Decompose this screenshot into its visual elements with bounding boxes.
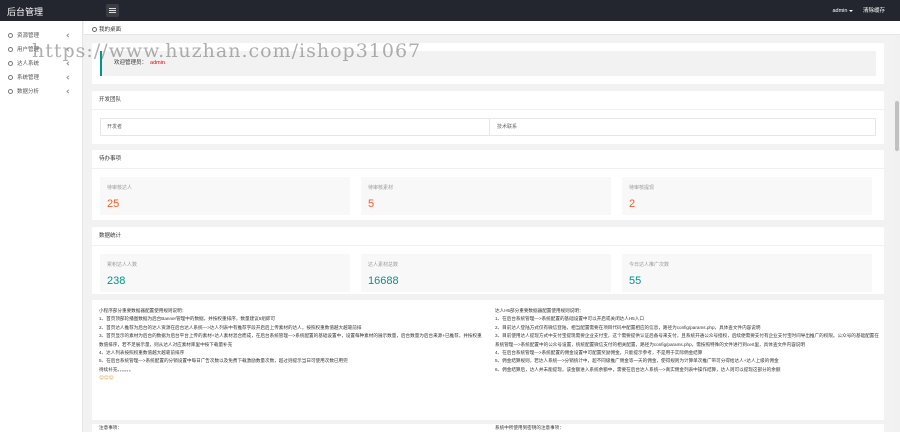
user-name: admin <box>832 8 848 14</box>
note-line: 1、首页顶部轮播图数据为后台Banner管理中的数据，并按权重排序，数量建议5组… <box>99 316 276 322</box>
stat-value: 55 <box>629 275 642 287</box>
user-menu[interactable]: admin <box>832 8 854 14</box>
todo-title: 待办事项 <box>92 150 884 169</box>
table-divider <box>489 119 490 135</box>
stats-card: 数据统计 累积达人人数 238 达人素材总数 16688 今日达人推广次数 55 <box>92 227 884 294</box>
sidebar-item-label: 系统管理 <box>17 75 40 81</box>
todo-item-pending-influencers[interactable]: 待审核达人 25 <box>100 177 350 215</box>
notes-title: 达人H5部分重要数据器配置使用规则说明： <box>495 308 584 313</box>
todo-item-pending-withdrawals[interactable]: 待审核提现 2 <box>622 177 872 215</box>
stat-value: 25 <box>107 198 120 210</box>
tab-label: 我的桌面 <box>99 27 122 33</box>
notes-title: 小程序部分重要数据器配置使用规则说明： <box>99 308 187 313</box>
note-line: 3、目前使用达人提现方式中支付宝提现需要企业支付宝，这个需要提供认证后备号来支付… <box>495 333 879 347</box>
chevron-left-icon <box>66 75 71 80</box>
gear-icon <box>8 75 13 81</box>
stat-value: 2 <box>629 198 636 210</box>
watermark-text: https://www.huzhan.com/ishop31067 <box>32 40 422 62</box>
stat-label: 待审核提现 <box>629 185 655 191</box>
sidebar-item-system[interactable]: 系统管理 <box>0 71 82 85</box>
home-icon <box>92 27 97 32</box>
scrollbar-thumb[interactable] <box>895 101 899 151</box>
note-line: 2、首页达人推荐为后台的达人资源在后台达人系统—>达人列表中有推荐字段开启后上传… <box>99 324 362 330</box>
stat-label: 待审核达人 <box>107 185 133 191</box>
stat-label: 达人素材总数 <box>368 262 399 268</box>
note-line: 4、达人列表按照权重数值越大越靠前排序 <box>99 350 185 356</box>
stat-value: 238 <box>107 275 126 287</box>
hamburger-line <box>109 12 116 13</box>
user-icon <box>8 47 13 53</box>
stats-title: 数据统计 <box>92 227 884 246</box>
contact-label: 技术联系 <box>497 124 518 130</box>
stat-label: 待审核素材 <box>368 185 394 191</box>
stat-total-influencers: 累积达人人数 238 <box>100 254 350 292</box>
stat-today-promotions: 今日达人推广次数 55 <box>622 254 872 292</box>
scrollbar[interactable] <box>894 36 900 432</box>
tab-bar: 我的桌面 <box>84 21 900 35</box>
note-line: 1、在后台系统管理—>系统配置的基础设置中可以开启或关闭达人H5入口 <box>495 316 644 322</box>
chart-icon <box>8 89 13 95</box>
chevron-left-icon <box>66 89 71 94</box>
hamburger-icon <box>109 8 116 9</box>
developer-label: 开发者 <box>107 124 123 130</box>
note-line: 5、在后台系统管理—>系统配置的分销设置中每日广告次数以及免费下载激励数量次数，… <box>99 358 348 364</box>
menu-toggle-button[interactable] <box>106 4 119 17</box>
h5-notes: 达人H5部分重要数据器配置使用规则说明： 1、在后台系统管理—>系统配置的基础设… <box>495 307 880 374</box>
note-line: 5、佣金结算规则，若达人系统—>分销统计中，超不同级推广佣金等一天的佣金，使得规… <box>495 358 779 364</box>
note-line: 待续补充。。。。。。 <box>99 366 134 372</box>
attention-title: 注意事项： <box>99 425 122 430</box>
secret-key-title: 系统中所使用到密钥的注意事项： <box>495 425 564 430</box>
miniprogram-notes: 小程序部分重要数据器配置使用规则说明： 1、首页顶部轮播图数据为后台Banner… <box>99 307 484 383</box>
stat-label: 累积达人人数 <box>107 262 138 268</box>
stat-value: 5 <box>368 198 375 210</box>
chevron-left-icon <box>66 33 71 38</box>
hamburger-line <box>109 10 116 11</box>
team-table: 开发者 技术联系 <box>100 118 876 136</box>
notes-card: 小程序部分重要数据器配置使用规则说明： 1、首页顶部轮播图数据为后台Banner… <box>92 300 884 420</box>
stat-total-materials: 达人素材总数 16688 <box>361 254 611 292</box>
star-icon <box>8 61 13 67</box>
attention-card: 注意事项： 系统中所使用到密钥的注意事项： <box>92 424 884 432</box>
folder-icon <box>8 33 13 39</box>
chevron-left-icon <box>66 61 71 66</box>
team-card: 开发团队 开发者 技术联系 <box>92 91 884 144</box>
note-line: 2、目前达人登陆方式仅有微信登陆，相当配置需要在项目代码中配置相应的信息，路径为… <box>495 324 761 330</box>
tab-home[interactable]: 我的桌面 <box>92 25 121 33</box>
team-title: 开发团队 <box>92 91 884 110</box>
clear-cache-link[interactable]: 清除缓存 <box>863 8 885 14</box>
todo-item-pending-materials[interactable]: 待审核素材 5 <box>361 177 611 215</box>
sidebar-item-label: 资源管理 <box>17 33 40 39</box>
stat-label: 今日达人推广次数 <box>629 262 670 268</box>
sidebar-item-analytics[interactable]: 数据分析 <box>0 85 82 99</box>
top-right-menu: admin 清除缓存 <box>824 6 885 14</box>
chevron-down-icon <box>849 9 854 12</box>
sidebar-item-label: 数据分析 <box>17 89 40 95</box>
smile-icon: 😊😊😊 <box>99 375 114 381</box>
note-line: 3、首页显示的素材为后台的数据为后台平台上传的素材+达人素材混合而成，在后台系统… <box>99 333 482 347</box>
stat-value: 16688 <box>368 275 399 287</box>
sidebar: 资源管理 用户管理 达人系统 系统管理 数据分析 <box>0 21 83 432</box>
todo-card: 待办事项 待审核达人 25 待审核素材 5 待审核提现 2 <box>92 150 884 220</box>
note-line: 6、佣金结算后，达人并未能提现，该金额进入系统余额中，需要在后台达人系统—>真实… <box>495 366 781 372</box>
brand-title: 后台管理 <box>7 7 44 17</box>
note-line: 4、在后台系统管理—>系统配置的佣金设置中可配置奖励佣金，只能提示参考，不是用于… <box>495 350 703 356</box>
top-bar: 后台管理 admin 清除缓存 <box>0 0 900 21</box>
